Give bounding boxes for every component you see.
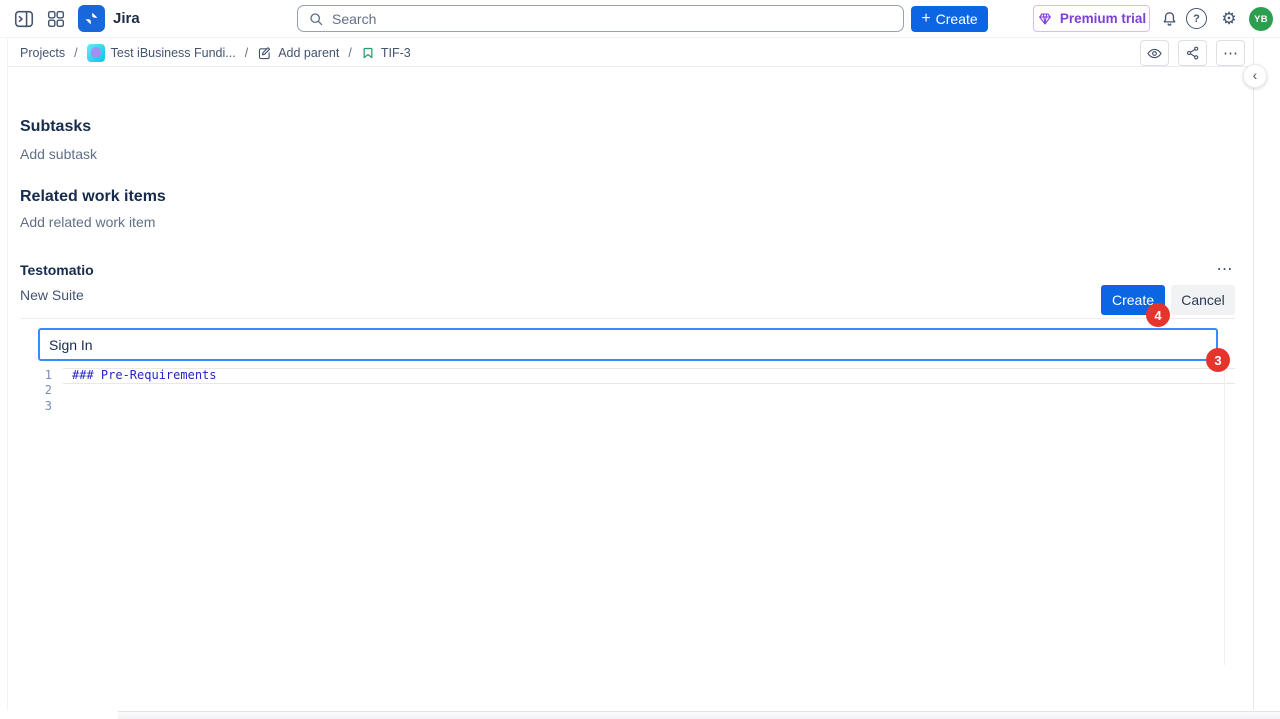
line-number: 3	[38, 399, 52, 414]
collapse-panel-button[interactable]: ‹	[1243, 64, 1267, 88]
breadcrumb-issue-key[interactable]: TIF-3	[361, 46, 411, 60]
editor-margin-ruler	[1224, 368, 1225, 665]
watch-eye-icon[interactable]	[1140, 40, 1169, 66]
breadcrumb-separator: /	[245, 46, 248, 60]
jira-issue-page: Jira + Create Premium trial ? ⚙	[0, 0, 1280, 719]
create-button-label: Create	[936, 11, 978, 27]
gem-icon	[1037, 11, 1053, 27]
premium-trial-button[interactable]: Premium trial	[1033, 5, 1150, 32]
app-name: Jira	[113, 10, 140, 27]
more-glyph: ⋯	[1217, 261, 1234, 278]
chevron-left-icon: ‹	[1253, 68, 1258, 82]
add-related-work-item-button[interactable]: Add related work item	[20, 214, 155, 230]
breadcrumb-issue-key-label: TIF-3	[381, 46, 411, 60]
avatar-initials: YB	[1254, 14, 1268, 25]
sidebar-toggle-icon[interactable]	[10, 5, 38, 33]
breadcrumb-separator: /	[348, 46, 351, 60]
page-bottom-edge	[118, 711, 1280, 719]
gear-glyph: ⚙	[1221, 9, 1236, 29]
section-divider	[20, 318, 1235, 319]
share-icon[interactable]	[1178, 40, 1207, 66]
editor-line: 1 ### Pre-Requirements	[8, 368, 1238, 383]
breadcrumb-add-parent-label: Add parent	[278, 46, 339, 60]
help-icon[interactable]: ?	[1186, 8, 1207, 29]
step-badge-3: 3	[1206, 348, 1230, 372]
suite-cancel-button[interactable]: Cancel	[1171, 285, 1235, 315]
suite-description-editor[interactable]: 1 ### Pre-Requirements 2 3	[8, 365, 1238, 665]
step-badge-4: 4	[1146, 303, 1170, 327]
top-navigation-bar: Jira + Create Premium trial ? ⚙	[0, 0, 1280, 38]
add-subtask-button[interactable]: Add subtask	[20, 146, 97, 162]
premium-trial-label: Premium trial	[1060, 11, 1146, 26]
line-number: 2	[38, 383, 52, 398]
breadcrumb-projects[interactable]: Projects	[20, 46, 65, 60]
line-number: 1	[38, 368, 52, 383]
new-suite-label: New Suite	[20, 287, 84, 303]
edit-pencil-icon	[257, 46, 272, 61]
jira-logo-icon[interactable]	[78, 5, 105, 32]
user-avatar[interactable]: YB	[1249, 7, 1273, 31]
testomatio-more-icon[interactable]: ⋯	[1212, 258, 1238, 280]
more-glyph: ⋯	[1223, 44, 1238, 62]
breadcrumb-project[interactable]: Test iBusiness Fundi...	[87, 44, 236, 62]
panel-right-border	[1253, 38, 1254, 710]
related-work-items-heading: Related work items	[20, 188, 166, 206]
more-actions-icon[interactable]: ⋯	[1216, 40, 1245, 66]
issue-action-buttons: ⋯	[1140, 40, 1245, 66]
line-code: ### Pre-Requirements	[72, 368, 217, 383]
breadcrumb-add-parent[interactable]: Add parent	[257, 46, 339, 61]
plus-icon: +	[921, 11, 930, 27]
project-avatar-icon	[87, 44, 105, 62]
suite-name-input[interactable]	[38, 328, 1218, 361]
subtasks-heading: Subtasks	[20, 118, 91, 136]
breadcrumb-projects-label: Projects	[20, 46, 65, 60]
notifications-bell-icon[interactable]	[1155, 5, 1183, 33]
search-field[interactable]	[297, 5, 904, 32]
editor-line: 3	[8, 399, 1238, 414]
work-item-bookmark-icon	[361, 46, 375, 60]
editor-line: 2	[8, 383, 1238, 398]
search-icon	[308, 11, 324, 27]
global-create-button[interactable]: + Create	[911, 6, 988, 32]
breadcrumb-project-label: Test iBusiness Fundi...	[111, 46, 236, 60]
breadcrumb: Projects / Test iBusiness Fundi... / Add…	[20, 40, 411, 66]
testomatio-heading: Testomatio	[20, 262, 94, 278]
question-glyph: ?	[1193, 13, 1200, 25]
app-switcher-icon[interactable]	[42, 5, 70, 33]
search-input[interactable]	[332, 11, 893, 27]
header-divider	[8, 66, 1253, 67]
breadcrumb-separator: /	[74, 46, 77, 60]
settings-gear-icon[interactable]: ⚙	[1215, 5, 1243, 33]
